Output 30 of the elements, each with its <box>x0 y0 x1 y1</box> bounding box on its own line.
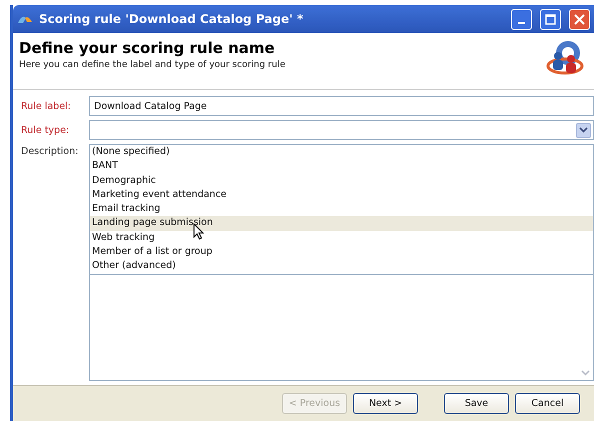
dropdown-option[interactable]: Demographic <box>90 174 593 188</box>
minimize-button[interactable] <box>511 8 532 30</box>
wizard-button[interactable]: Next > <box>353 393 418 414</box>
dropdown-option[interactable]: Member of a list or group <box>90 245 593 260</box>
dropdown-option[interactable]: BANT <box>90 159 593 174</box>
gear-with-people-icon <box>546 39 584 75</box>
description-textarea[interactable]: (None specified) BANT Demographic Marketing event attendance Email tracking Landing page submission Web tracking Member of a list or group Other (advanced) <box>89 144 594 381</box>
dropdown-option[interactable]: Web tracking <box>90 230 593 246</box>
maximize-button[interactable] <box>540 8 561 30</box>
window-title: Scoring rule 'Download Catalog Page' * <box>39 12 304 26</box>
field-label: Description: <box>21 146 80 157</box>
minimize-icon <box>518 22 525 24</box>
page-subtitle: Here you can define the label and type of your scoring rule <box>19 60 286 70</box>
wizard-button[interactable]: Cancel <box>515 393 580 414</box>
chevron-down-icon[interactable] <box>576 122 591 138</box>
dropdown-option[interactable]: (None specified) <box>90 145 593 160</box>
close-button[interactable] <box>569 8 590 30</box>
wizard-button[interactable]: Save <box>444 393 509 414</box>
dropdown-option[interactable]: Marketing event attendance <box>90 188 593 202</box>
field-label: Rule label: <box>21 100 72 112</box>
dropdown-option[interactable]: Email tracking <box>90 202 593 216</box>
page-heading: Define your scoring rule name <box>19 39 276 57</box>
maximize-icon <box>545 14 556 24</box>
close-icon <box>574 14 585 24</box>
scroll-down-icon <box>581 370 590 376</box>
app-logo-icon <box>17 14 33 24</box>
dropdown-option[interactable]: Other (advanced) <box>90 259 593 274</box>
rule-label-input[interactable]: Download Catalog Page <box>89 96 594 116</box>
field-label: Rule type: <box>21 124 70 136</box>
dropdown-option[interactable]: Landing page submission <box>90 216 593 231</box>
